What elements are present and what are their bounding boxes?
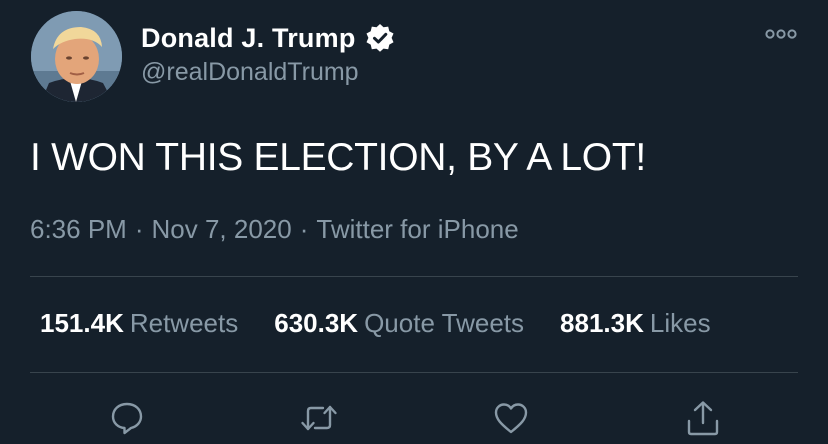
divider: [30, 372, 798, 373]
share-icon: [687, 401, 719, 436]
retweets-count: 151.4K: [40, 308, 124, 338]
divider: [30, 276, 798, 277]
tweet-stats: 151.4K Retweets 630.3K Quote Tweets 881.3K…: [40, 308, 711, 339]
tweet-metadata: 6:36 PM · Nov 7, 2020 · Twitter for iPhone: [30, 214, 519, 245]
like-button[interactable]: [491, 398, 531, 438]
author-handle[interactable]: @realDonaldTrump: [141, 58, 359, 87]
retweets-stat[interactable]: 151.4K Retweets: [40, 308, 238, 339]
retweets-label: Retweets: [129, 308, 239, 338]
tweet-source[interactable]: Twitter for iPhone: [316, 214, 518, 244]
tweet-text: I WON THIS ELECTION, BY A LOT!: [30, 136, 646, 179]
quote-tweets-stat[interactable]: 630.3K Quote Tweets: [274, 308, 524, 339]
quote-tweets-label: Quote Tweets: [364, 308, 525, 338]
likes-stat[interactable]: 881.3K Likes: [560, 308, 711, 339]
avatar-image: [31, 11, 122, 102]
tweet-detail: Donald J. Trump @realDonaldTrump I WON T…: [0, 0, 828, 444]
author-display-name[interactable]: Donald J. Trump: [141, 23, 356, 54]
likes-label: Likes: [649, 308, 711, 338]
verified-badge-icon: [364, 22, 396, 54]
tweet-actions-bar: [0, 398, 828, 438]
author-name-row: Donald J. Trump: [141, 20, 396, 56]
tweet-date[interactable]: Nov 7, 2020: [152, 214, 292, 244]
meta-separator: ·: [299, 214, 309, 244]
avatar[interactable]: [31, 11, 122, 102]
quote-tweets-count: 630.3K: [274, 308, 359, 338]
retweet-button[interactable]: [299, 398, 339, 438]
more-options-icon[interactable]: [764, 22, 798, 46]
retweet-icon: [301, 405, 337, 431]
like-icon: [494, 403, 528, 434]
meta-separator: ·: [134, 214, 144, 244]
tweet-time[interactable]: 6:36 PM: [30, 214, 127, 244]
reply-button[interactable]: [107, 398, 147, 438]
likes-count: 881.3K: [560, 308, 644, 338]
reply-icon: [111, 402, 143, 435]
share-button[interactable]: [683, 398, 723, 438]
